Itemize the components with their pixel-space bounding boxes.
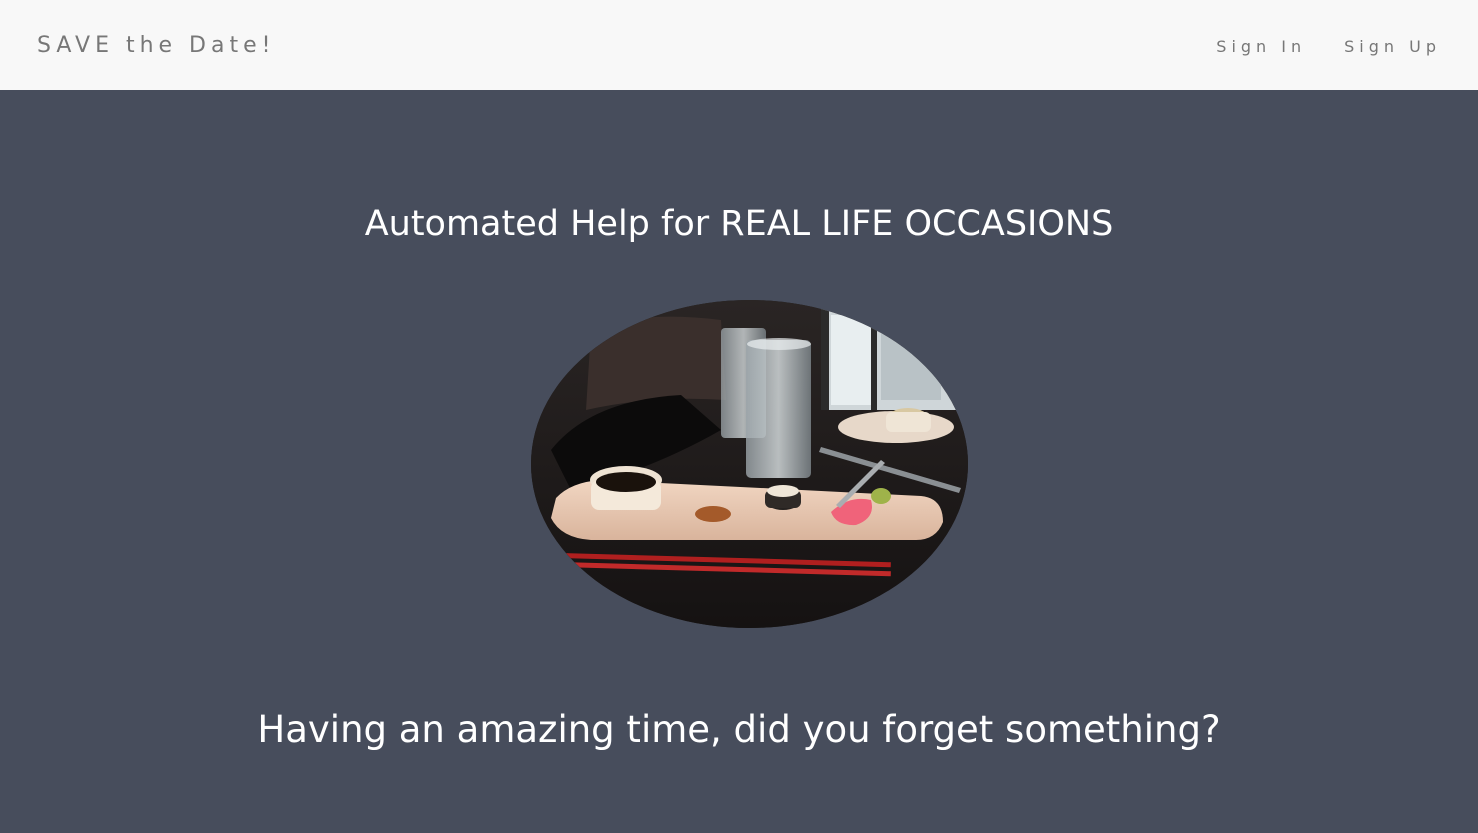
sign-up-link[interactable]: Sign Up <box>1344 37 1441 56</box>
navbar: SAVE the Date! Sign In Sign Up <box>0 0 1478 90</box>
brand-logo-link[interactable]: SAVE the Date! <box>37 33 275 58</box>
sign-in-link[interactable]: Sign In <box>1216 37 1306 56</box>
hero-section: Automated Help for REAL LIFE OCCASIONS H… <box>0 90 1478 833</box>
nav-links: Sign In Sign Up <box>1216 37 1441 56</box>
hero-headline: Automated Help for REAL LIFE OCCASIONS <box>364 204 1114 244</box>
sushi-table-illustration <box>531 300 968 628</box>
hero-photo <box>531 300 968 628</box>
hero-tagline: Having an amazing time, did you forget s… <box>257 708 1221 751</box>
